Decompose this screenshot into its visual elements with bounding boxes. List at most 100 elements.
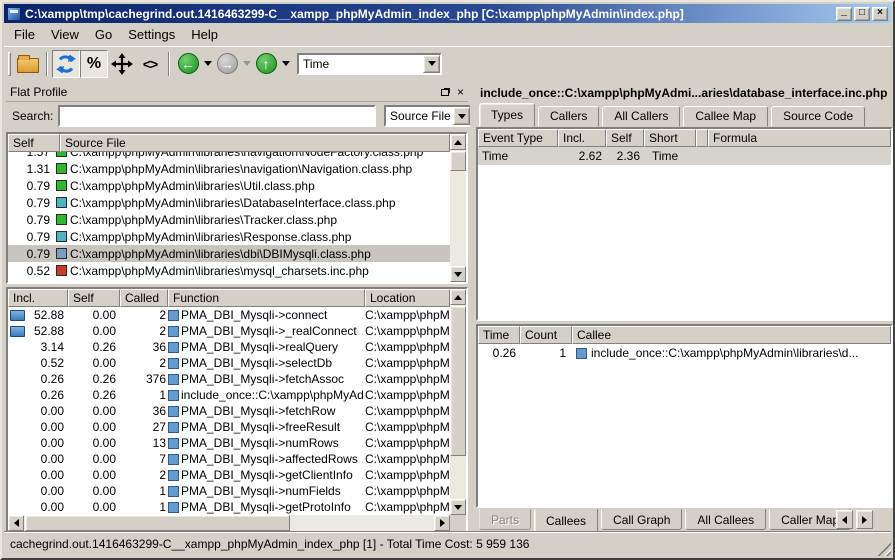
function-self: 0.26: [68, 372, 120, 386]
tabs-scroll-left-button[interactable]: [836, 510, 853, 529]
menu-item-go[interactable]: Go: [87, 25, 120, 44]
function-row[interactable]: 0.260.26376PMA_DBI_Mysqli->fetchAssocC:\…: [8, 371, 450, 387]
function-name-cell: include_once::C:\xampp\phpMyAd...: [168, 388, 365, 402]
combo-arrow-button[interactable]: [423, 55, 440, 73]
menu-item-file[interactable]: File: [6, 25, 43, 44]
tabs-scroll-right-button[interactable]: [856, 510, 873, 529]
function-incl: 0.00: [8, 484, 68, 498]
scroll-right-button[interactable]: [434, 515, 450, 531]
back-button[interactable]: ←: [174, 50, 202, 78]
scroll-up-button[interactable]: [450, 134, 466, 150]
column-header-count[interactable]: Count: [520, 326, 572, 344]
combo-arrow-button[interactable]: [453, 107, 470, 125]
flat-profile-dock-header[interactable]: Flat Profile ×: [6, 82, 468, 102]
file-row[interactable]: 0.79C:\xampp\phpMyAdmin\libraries\Util.c…: [8, 177, 450, 194]
search-input[interactable]: [58, 105, 376, 127]
file-row[interactable]: 0.79C:\xampp\phpMyAdmin\libraries\Tracke…: [8, 211, 450, 228]
function-row[interactable]: 0.000.001PMA_DBI_Mysqli->numFieldsC:\xam…: [8, 483, 450, 499]
main-window: C:\xampp\tmp\cachegrind.out.1416463299-C…: [0, 0, 895, 560]
back-dropdown[interactable]: [202, 50, 213, 78]
detect-cycles-button[interactable]: <>: [136, 50, 164, 78]
scroll-thumb[interactable]: [25, 515, 290, 531]
dock-close-button[interactable]: ×: [453, 84, 468, 99]
column-header-location[interactable]: Location: [365, 289, 450, 307]
column-header-formula[interactable]: Formula: [708, 129, 891, 147]
forward-button[interactable]: →: [213, 50, 241, 78]
tab-callee-map[interactable]: Callee Map: [683, 106, 768, 127]
maximize-button[interactable]: □: [854, 7, 870, 21]
event-row[interactable]: Time 2.62 2.36 Time: [478, 147, 891, 165]
column-header-spacer[interactable]: [696, 129, 708, 147]
function-self: 0.26: [68, 340, 120, 354]
title-bar[interactable]: C:\xampp\tmp\cachegrind.out.1416463299-C…: [4, 4, 891, 23]
function-row[interactable]: 52.880.002PMA_DBI_Mysqli->connectC:\xamp…: [8, 307, 450, 323]
toolbar-handle[interactable]: [8, 52, 11, 76]
relative-percent-button[interactable]: %: [80, 50, 108, 78]
column-header-self[interactable]: Self: [606, 129, 644, 147]
source-file-list: Self Source File 1.57C:\xampp\phpMyAdmin…: [6, 132, 468, 284]
event-type-select[interactable]: Time: [297, 53, 442, 75]
function-row[interactable]: 0.520.002PMA_DBI_Mysqli->selectDbC:\xamp…: [8, 355, 450, 371]
column-header-incl[interactable]: Incl.: [558, 129, 606, 147]
function-row[interactable]: 0.000.0027PMA_DBI_Mysqli->freeResultC:\x…: [8, 419, 450, 435]
tab-callees[interactable]: Callees: [534, 509, 598, 531]
function-row[interactable]: 0.000.001PMA_DBI_Mysqli->getProtoInfoC:\…: [8, 499, 450, 515]
function-vscrollbar[interactable]: [450, 289, 466, 515]
scroll-left-button[interactable]: [8, 515, 24, 531]
scroll-down-button[interactable]: [450, 266, 466, 282]
grouping-select[interactable]: Source File: [384, 105, 472, 127]
up-button[interactable]: ↑: [252, 50, 280, 78]
column-header-event-type[interactable]: Event Type: [478, 129, 558, 147]
tab-types[interactable]: Types: [479, 103, 535, 127]
tab-all-callees[interactable]: All Callees: [685, 509, 766, 530]
file-row[interactable]: 0.52C:\xampp\phpMyAdmin\libraries\user_p…: [8, 279, 450, 282]
column-header-incl[interactable]: Incl.: [8, 289, 68, 307]
tab-callers[interactable]: Callers: [538, 106, 599, 127]
cycle-detection-button[interactable]: [52, 50, 80, 78]
file-row[interactable]: 0.52C:\xampp\phpMyAdmin\libraries\mysql_…: [8, 262, 450, 279]
menu-item-view[interactable]: View: [43, 25, 87, 44]
close-button[interactable]: ×: [872, 7, 888, 21]
open-file-button[interactable]: [14, 50, 42, 78]
up-dropdown[interactable]: [280, 50, 291, 78]
forward-dropdown[interactable]: [241, 50, 252, 78]
tab-call-graph[interactable]: Call Graph: [601, 509, 682, 530]
menu-item-settings[interactable]: Settings: [120, 25, 183, 44]
file-row[interactable]: 0.79C:\xampp\phpMyAdmin\libraries\Databa…: [8, 194, 450, 211]
column-header-called[interactable]: Called: [120, 289, 168, 307]
file-row[interactable]: 0.79C:\xampp\phpMyAdmin\libraries\dbi\DB…: [8, 245, 450, 262]
function-row[interactable]: 0.000.007PMA_DBI_Mysqli->affectedRowsC:\…: [8, 451, 450, 467]
column-header-function[interactable]: Function: [168, 289, 365, 307]
scroll-thumb[interactable]: [450, 306, 466, 456]
file-row[interactable]: 0.79C:\xampp\phpMyAdmin\libraries\Respon…: [8, 228, 450, 245]
scroll-thumb[interactable]: [450, 151, 466, 171]
tab-source-code[interactable]: Source Code: [771, 106, 865, 127]
function-row[interactable]: 3.140.2636PMA_DBI_Mysqli->realQueryC:\xa…: [8, 339, 450, 355]
function-row[interactable]: 0.000.0013PMA_DBI_Mysqli->numRowsC:\xamp…: [8, 435, 450, 451]
callee-row[interactable]: 0.26 1 include_once::C:\xampp\phpMyAdmin…: [478, 344, 891, 362]
expand-areas-button[interactable]: [108, 50, 136, 78]
column-header-callee[interactable]: Callee: [572, 326, 891, 344]
function-self: 0.00: [68, 308, 120, 322]
column-header-source-file[interactable]: Source File: [60, 134, 450, 152]
menu-item-help[interactable]: Help: [183, 25, 226, 44]
column-header-self[interactable]: Self: [68, 289, 120, 307]
column-header-time[interactable]: Time: [478, 326, 520, 344]
function-hscrollbar[interactable]: [8, 515, 450, 531]
column-header-short[interactable]: Short: [644, 129, 696, 147]
file-row[interactable]: 1.31C:\xampp\phpMyAdmin\libraries\naviga…: [8, 160, 450, 177]
function-row[interactable]: 0.000.0036PMA_DBI_Mysqli->fetchRowC:\xam…: [8, 403, 450, 419]
tab-all-callers[interactable]: All Callers: [602, 106, 680, 127]
callee-table: Time Count Callee 0.26 1 include_once::C…: [476, 324, 893, 508]
file-list-vscrollbar[interactable]: [450, 134, 466, 282]
column-header-self[interactable]: Self: [8, 134, 60, 152]
file-row[interactable]: 1.57C:\xampp\phpMyAdmin\libraries\naviga…: [8, 152, 450, 160]
scroll-down-button[interactable]: [450, 499, 466, 515]
float-button[interactable]: [438, 84, 453, 99]
minimize-button[interactable]: _: [836, 7, 852, 21]
scroll-up-button[interactable]: [450, 289, 466, 305]
function-row[interactable]: 0.000.002PMA_DBI_Mysqli->getClientInfoC:…: [8, 467, 450, 483]
function-row[interactable]: 52.880.002PMA_DBI_Mysqli->_realConnectC:…: [8, 323, 450, 339]
function-row[interactable]: 0.260.261include_once::C:\xampp\phpMyAd.…: [8, 387, 450, 403]
tab-parts[interactable]: Parts: [479, 509, 531, 530]
